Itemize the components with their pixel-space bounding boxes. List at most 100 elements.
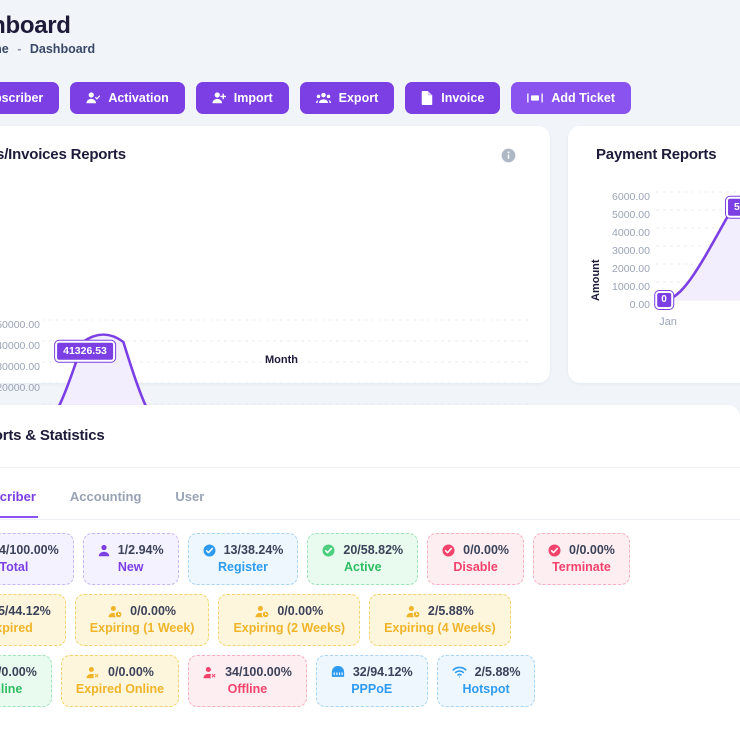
button-label: Add Ticket bbox=[551, 91, 615, 105]
tile-top: 2/5.88% bbox=[452, 665, 521, 679]
stat-tile-register[interactable]: 13/38.24% Register bbox=[187, 533, 299, 585]
y-tick: 5000.00 bbox=[612, 209, 650, 221]
tile-top: 34/100.00% bbox=[203, 665, 292, 679]
y-tick: 6000.00 bbox=[612, 191, 650, 203]
check-circle-icon bbox=[548, 543, 561, 557]
tile-label: Terminate bbox=[552, 560, 611, 574]
tab-subscriber[interactable]: Subscriber bbox=[0, 479, 38, 518]
tile-label: Expired bbox=[0, 621, 33, 635]
y-tick: 3000.00 bbox=[612, 245, 650, 257]
stat-tile-expiring-4weeks[interactable]: 2/5.88% Expiring (4 Weeks) bbox=[369, 594, 511, 646]
user-x-icon bbox=[86, 666, 100, 679]
button-label: Subscriber bbox=[0, 91, 44, 105]
user-clock-icon bbox=[255, 605, 269, 618]
tile-label: Expired Online bbox=[75, 682, 165, 696]
sales-x-axis-title: Month bbox=[265, 354, 298, 366]
tile-top: 15/44.12% bbox=[0, 604, 51, 618]
tile-label: Expiring (1 Week) bbox=[89, 621, 195, 635]
y-tick: 1000.00 bbox=[612, 281, 650, 293]
stat-tile-terminate[interactable]: 0/0.00% Terminate bbox=[533, 533, 630, 585]
tile-value: 32/94.12% bbox=[352, 665, 413, 679]
add-ticket-button[interactable]: Add Ticket bbox=[511, 82, 631, 114]
breadcrumb-current: Dashboard bbox=[29, 42, 96, 56]
tile-value: 1/2.94% bbox=[117, 543, 164, 557]
stat-tile-row: 0/0.00% Online 0/0.00% Expired Online bbox=[0, 655, 724, 707]
tile-top: 20/58.82% bbox=[322, 543, 403, 557]
breadcrumb: Home - Dashboard bbox=[0, 42, 95, 56]
stat-tile-expiring-2weeks[interactable]: 0/0.00% Expiring (2 Weeks) bbox=[218, 594, 361, 646]
tile-value: 15/44.12% bbox=[0, 604, 51, 618]
stat-tiles: 34/100.00% Total 1/2.94% New bbox=[0, 533, 724, 707]
tile-value: 0/0.00% bbox=[463, 543, 510, 557]
user-plus-icon bbox=[212, 91, 226, 105]
payment-x-axis-labels: Jan Feb Mar bbox=[620, 316, 740, 328]
check-circle-icon bbox=[442, 543, 455, 557]
check-circle-icon bbox=[322, 543, 335, 557]
tile-value: 34/100.00% bbox=[0, 543, 59, 557]
tabs-divider bbox=[0, 519, 740, 520]
tile-top: 0/0.00% bbox=[108, 604, 176, 618]
stat-tile-new[interactable]: 1/2.94% New bbox=[82, 533, 179, 585]
stat-tile-hotspot[interactable]: 2/5.88% Hotspot bbox=[436, 655, 536, 707]
tile-value: 2/5.88% bbox=[474, 665, 521, 679]
data-point-label: 41326.53 bbox=[55, 340, 115, 362]
stat-tile-disable[interactable]: 0/0.00% Disable bbox=[427, 533, 525, 585]
import-button[interactable]: Import bbox=[195, 82, 289, 114]
tile-value: 0/0.00% bbox=[569, 543, 615, 557]
check-circle-icon bbox=[203, 543, 216, 557]
activation-button[interactable]: Activation bbox=[70, 82, 185, 114]
invoice-button[interactable]: Invoice bbox=[405, 82, 501, 114]
stat-tile-expired[interactable]: 15/44.12% Expired bbox=[0, 594, 66, 646]
tile-value: 34/100.00% bbox=[225, 665, 292, 679]
payment-reports-card: Payment Reports Amount 6000.00 5000.00 4… bbox=[568, 126, 740, 383]
stats-tabs: Subscriber Accounting User bbox=[0, 479, 206, 518]
stat-tile-expiring-1week[interactable]: 0/0.00% Expiring (1 Week) bbox=[74, 594, 210, 646]
data-point-label: 5865.33 bbox=[726, 196, 740, 218]
tile-label: PPPoE bbox=[351, 682, 393, 696]
stat-tile-pppoe[interactable]: 32/94.12% PPPoE bbox=[315, 655, 428, 707]
y-tick: 40000.00 bbox=[0, 340, 40, 352]
tile-label: New bbox=[117, 560, 144, 574]
tile-top: 0/0.00% bbox=[255, 604, 323, 618]
stat-tile-expired-online[interactable]: 0/0.00% Expired Online bbox=[60, 655, 180, 707]
sales-invoices-card: Sales/Invoices Reports 50000.00 40000.00… bbox=[0, 126, 550, 463]
button-label: Invoice bbox=[441, 91, 485, 105]
user-x-icon bbox=[203, 666, 217, 679]
stat-tile-active[interactable]: 20/58.82% Active bbox=[307, 533, 419, 585]
tab-user[interactable]: User bbox=[173, 479, 206, 518]
tile-value: 0/0.00% bbox=[108, 665, 154, 679]
export-button[interactable]: Export bbox=[299, 82, 395, 114]
breadcrumb-home[interactable]: Home bbox=[0, 42, 9, 56]
tile-label: Disable bbox=[453, 560, 498, 574]
stats-card-title: Reports & Statistics bbox=[0, 427, 105, 444]
reports-statistics-card: Reports & Statistics Subscriber Accounti… bbox=[0, 405, 740, 740]
page-title: Dashboard bbox=[0, 12, 71, 39]
tile-label: Expiring (4 Weeks) bbox=[384, 621, 496, 635]
tile-top: 34/100.00% bbox=[0, 543, 59, 557]
stat-tile-online[interactable]: 0/0.00% Online bbox=[0, 655, 52, 707]
action-toolbar: Subscriber Activation Import Export Invo bbox=[0, 82, 631, 114]
tile-top: 32/94.12% bbox=[331, 665, 413, 679]
tile-label: Hotspot bbox=[462, 682, 510, 696]
tile-value: 13/38.24% bbox=[223, 543, 284, 557]
y-tick: 2000.00 bbox=[612, 263, 650, 275]
stat-tile-offline[interactable]: 34/100.00% Offline bbox=[188, 655, 307, 707]
button-label: Activation bbox=[108, 91, 169, 105]
ticket-icon bbox=[527, 92, 544, 104]
breadcrumb-separator: - bbox=[17, 42, 22, 56]
stat-tile-row: 15/44.12% Expired 0/0.00% Expiring (1 We… bbox=[0, 594, 724, 646]
stat-tile-total[interactable]: 34/100.00% Total bbox=[0, 533, 74, 585]
tile-value: 0/0.00% bbox=[277, 604, 324, 618]
payment-y-axis-labels: 6000.00 5000.00 4000.00 3000.00 2000.00 … bbox=[564, 192, 650, 318]
tile-top: 0/0.00% bbox=[86, 665, 154, 679]
y-tick: 20000.00 bbox=[0, 382, 40, 394]
tile-value: 0/0.00% bbox=[130, 604, 177, 618]
add-subscriber-button[interactable]: Subscriber bbox=[0, 82, 60, 114]
tile-label: Active bbox=[344, 560, 382, 574]
tab-accounting[interactable]: Accounting bbox=[68, 479, 144, 518]
info-icon[interactable] bbox=[501, 148, 516, 168]
stat-tile-row: 34/100.00% Total 1/2.94% New bbox=[0, 533, 724, 585]
payment-card-title: Payment Reports bbox=[596, 146, 717, 163]
user-clock-icon bbox=[108, 605, 122, 618]
y-tick: 30000.00 bbox=[0, 361, 40, 373]
